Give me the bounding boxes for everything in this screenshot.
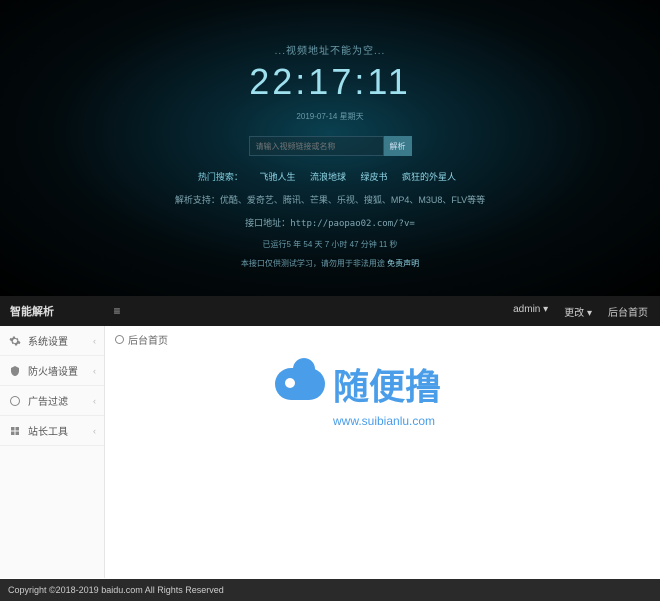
sidebar-item-system[interactable]: 系统设置 ‹ bbox=[0, 326, 104, 356]
home-link[interactable]: 后台首页 bbox=[608, 304, 648, 319]
sidebar-item-tools[interactable]: 站长工具 ‹ bbox=[0, 416, 104, 446]
admin-panel: 智能解析 ≡ admin ▾ 更改 ▾ 后台首页 系统设置 ‹ 防火墙设置 ‹ … bbox=[0, 296, 660, 601]
api-label: 接口地址： bbox=[245, 218, 290, 228]
chevron-icon: ‹ bbox=[93, 336, 96, 346]
support-label: 解析支持： bbox=[175, 195, 220, 205]
watermark-url: www.suibianlu.com bbox=[333, 414, 441, 428]
watermark-title: 随便撸 bbox=[275, 358, 441, 410]
hot-link[interactable]: 飞驰人生 bbox=[259, 172, 295, 182]
sidebar-item-adfilter[interactable]: 广告过滤 ‹ bbox=[0, 386, 104, 416]
video-parser-panel: ...视频地址不能为空... 22:17:11 2019-07-14 星期天 解… bbox=[0, 0, 660, 296]
sidebar-item-label: 广告过滤 bbox=[28, 393, 68, 408]
sidebar-item-label: 站长工具 bbox=[28, 423, 68, 438]
header-right: admin ▾ 更改 ▾ 后台首页 bbox=[513, 304, 660, 319]
shield-icon bbox=[8, 364, 22, 378]
admin-header: 智能解析 ≡ admin ▾ 更改 ▾ 后台首页 bbox=[0, 296, 660, 326]
breadcrumb: 后台首页 bbox=[105, 326, 660, 353]
filter-icon bbox=[8, 394, 22, 408]
radio-icon bbox=[115, 335, 124, 344]
input-row: 解析 bbox=[0, 136, 660, 156]
clock-display: 22:17:11 bbox=[0, 61, 660, 103]
admin-footer: Copyright ©2018-2019 baidu.com All Right… bbox=[0, 579, 660, 601]
api-url: http://paopao02.com/?v= bbox=[290, 219, 415, 229]
disclaimer-row: 本接口仅供测试学习，请勿用于非法用途 免责声明 bbox=[0, 258, 660, 269]
disclaimer-link[interactable]: 免责声明 bbox=[387, 259, 419, 268]
hot-link[interactable]: 流浪地球 bbox=[310, 172, 346, 182]
parse-button[interactable]: 解析 bbox=[384, 136, 412, 156]
sidebar-item-firewall[interactable]: 防火墙设置 ‹ bbox=[0, 356, 104, 386]
disclaimer-text: 本接口仅供测试学习，请勿用于非法用途 bbox=[241, 259, 385, 268]
api-row: 接口地址：http://paopao02.com/?v= bbox=[0, 216, 660, 229]
video-url-input[interactable] bbox=[249, 136, 384, 156]
hot-search-label: 热门搜索： bbox=[198, 172, 243, 182]
sidebar: 系统设置 ‹ 防火墙设置 ‹ 广告过滤 ‹ 站长工具 ‹ bbox=[0, 326, 105, 578]
hot-link[interactable]: 疯狂的外星人 bbox=[402, 172, 456, 182]
chevron-icon: ‹ bbox=[93, 426, 96, 436]
admin-body: 系统设置 ‹ 防火墙设置 ‹ 广告过滤 ‹ 站长工具 ‹ 后台首页 bbox=[0, 326, 660, 578]
gear-icon bbox=[8, 334, 22, 348]
sidebar-item-label: 系统设置 bbox=[28, 333, 68, 348]
watermark: 随便撸 www.suibianlu.com bbox=[275, 358, 441, 428]
breadcrumb-text: 后台首页 bbox=[128, 332, 168, 347]
runtime-text: 已运行5 年 54 天 7 小时 47 分钟 11 秒 bbox=[0, 239, 660, 250]
main-area: 后台首页 随便撸 www.suibianlu.com bbox=[105, 326, 660, 578]
hot-link[interactable]: 绿皮书 bbox=[361, 172, 388, 182]
error-text: ...视频地址不能为空... bbox=[0, 42, 660, 57]
date-display: 2019-07-14 星期天 bbox=[0, 111, 660, 122]
tools-icon bbox=[8, 424, 22, 438]
support-row: 解析支持：优酷、爱奇艺、腾讯、芒果、乐视、搜狐、MP4、M3U8、FLV等等 bbox=[0, 193, 660, 206]
admin-title: 智能解析 bbox=[0, 303, 105, 319]
support-text: 优酷、爱奇艺、腾讯、芒果、乐视、搜狐、MP4、M3U8、FLV等等 bbox=[220, 195, 485, 205]
menu-toggle-icon[interactable]: ≡ bbox=[105, 304, 129, 318]
cloud-icon bbox=[275, 368, 325, 400]
hot-search-row: 热门搜索： 飞驰人生 流浪地球 绿皮书 疯狂的外星人 bbox=[0, 170, 660, 183]
chevron-icon: ‹ bbox=[93, 396, 96, 406]
user-menu[interactable]: admin ▾ bbox=[513, 304, 548, 319]
change-menu[interactable]: 更改 ▾ bbox=[564, 304, 592, 319]
sidebar-item-label: 防火墙设置 bbox=[28, 363, 78, 378]
chevron-icon: ‹ bbox=[93, 366, 96, 376]
